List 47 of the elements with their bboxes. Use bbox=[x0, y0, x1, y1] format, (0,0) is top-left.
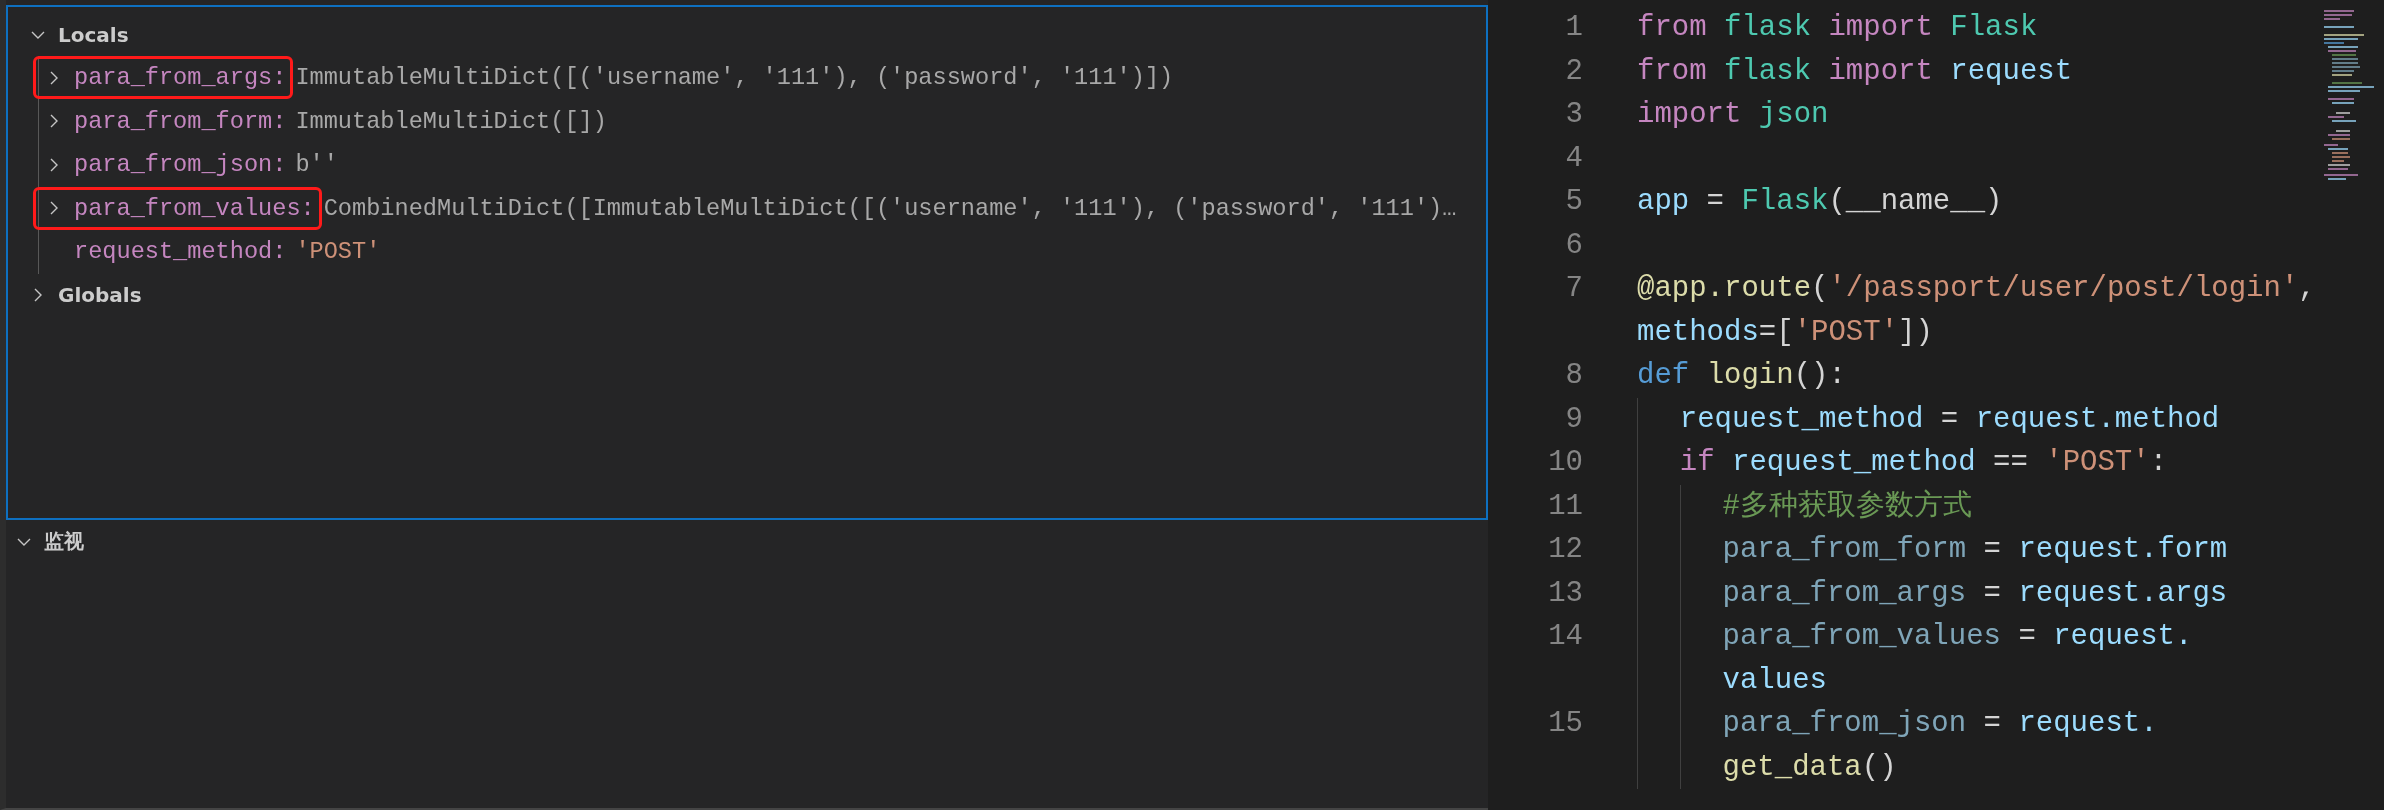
line-number: 2 bbox=[1564, 53, 1583, 90]
code-line: request_method = request.method bbox=[1637, 397, 2220, 441]
line-number: 1 bbox=[1564, 10, 1583, 46]
variable-value: ImmutableMultiDict([('username', '111'), ('password', '111')]) bbox=[295, 64, 1174, 92]
line-number: 9 bbox=[1564, 401, 1583, 438]
code-line: import json bbox=[1637, 97, 1829, 133]
line-number: 6 bbox=[1564, 227, 1583, 264]
line-number: 15 bbox=[1547, 706, 1583, 742]
variable-value: b'' bbox=[295, 151, 338, 179]
line-number: 8 bbox=[1564, 358, 1583, 394]
line-number: 13 bbox=[1547, 575, 1583, 612]
code-line: if request_method == 'POST': bbox=[1637, 441, 2168, 485]
line-number: 14 bbox=[1547, 619, 1583, 655]
code-line: para_from_args = request.args bbox=[1637, 571, 2228, 615]
code-line: #多种获取参数方式 bbox=[1637, 484, 1972, 528]
line-number: 12 bbox=[1547, 532, 1583, 568]
code-line: get_data() bbox=[1637, 745, 2158, 789]
variable-value: 'POST' bbox=[295, 238, 381, 266]
code-line: methods=['POST']) bbox=[1637, 314, 1934, 351]
line-number: 11 bbox=[1547, 488, 1583, 525]
line-number: 5 bbox=[1564, 184, 1583, 220]
variable-name: para_from_form: bbox=[74, 107, 287, 135]
line-number: 3 bbox=[1564, 97, 1583, 133]
variable-name: para_from_args: bbox=[74, 64, 287, 92]
variable-name: para_from_values: bbox=[74, 194, 315, 222]
variable-value: ImmutableMultiDict([]) bbox=[295, 107, 607, 135]
line-number: 7 bbox=[1564, 271, 1583, 307]
code-line: @app.route('/passport/user/post/login', bbox=[1637, 271, 2316, 307]
code-line: para_from_form = request.form bbox=[1637, 528, 2228, 572]
section-title: Locals bbox=[58, 22, 129, 47]
code-line: from flask import Flask bbox=[1637, 10, 2038, 46]
code-line: para_from_values = request. bbox=[1637, 615, 2193, 659]
section-header[interactable]: 监视 bbox=[6, 520, 1488, 563]
line-number: 4 bbox=[1564, 140, 1583, 177]
line-number: 10 bbox=[1547, 445, 1583, 481]
code-line: from flask import request bbox=[1637, 53, 2073, 90]
variable-name: request_method: bbox=[74, 238, 287, 266]
code-line: values bbox=[1637, 658, 2193, 702]
section-title: Globals bbox=[58, 283, 142, 307]
code-line: app = Flask(__name__) bbox=[1637, 184, 2003, 220]
section-header[interactable]: Globals bbox=[8, 273, 1486, 317]
section-title: 监视 bbox=[44, 528, 84, 555]
variable-value: CombinedMultiDict([ImmutableMultiDict([('username', '111'), ('password', '111')… bbox=[323, 194, 1457, 222]
section-header[interactable]: Locals bbox=[8, 13, 1486, 56]
code-line: def login(): bbox=[1637, 358, 1846, 394]
variable-name: para_from_json: bbox=[74, 151, 287, 179]
code-line: para_from_json = request. bbox=[1637, 702, 2158, 746]
